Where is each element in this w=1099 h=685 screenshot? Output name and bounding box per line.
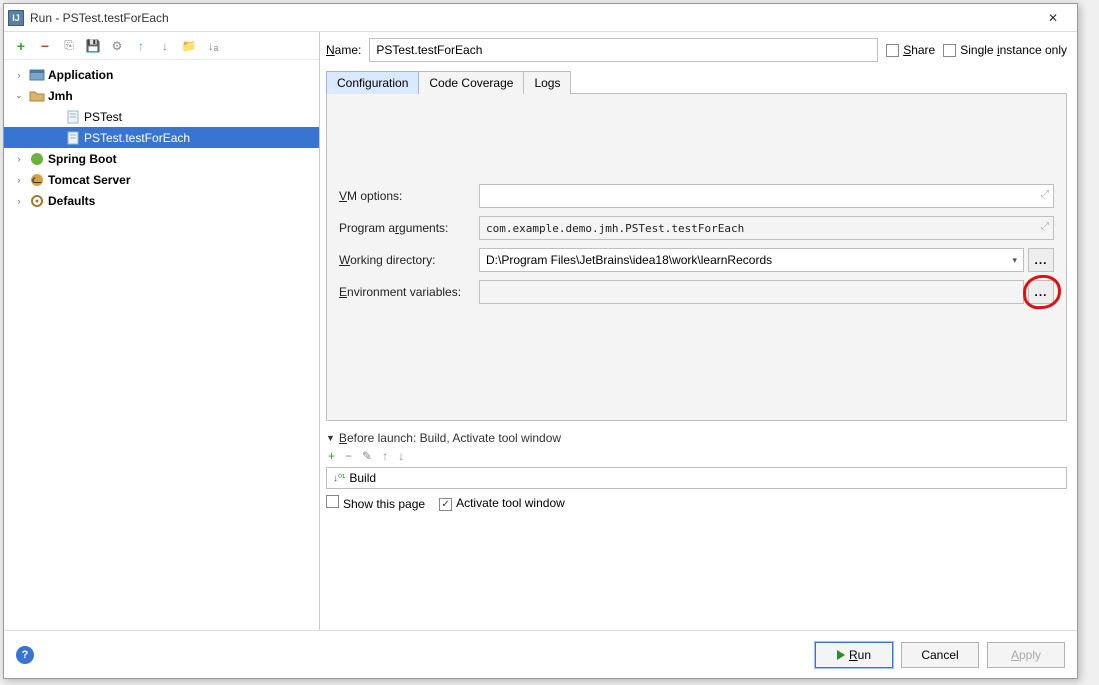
run-configurations-dialog: IJ Run - PSTest.testForEach ✕ + − ⎘ 💾 ⚙ …	[3, 3, 1078, 679]
tree-item-label: Spring Boot	[48, 152, 117, 166]
app-icon	[29, 67, 45, 83]
tree-item-label: PSTest.testForEach	[84, 131, 190, 145]
build-icon: ↓⁰¹	[333, 473, 345, 484]
run-button[interactable]: Run	[815, 642, 893, 668]
app-icon: IJ	[8, 10, 24, 26]
before-launch-toolbar: + − ✎ ↑ ↓	[326, 445, 1067, 467]
before-launch-header[interactable]: ▼ Before launch: Build, Activate tool wi…	[326, 431, 1067, 445]
close-button[interactable]: ✕	[1033, 6, 1073, 30]
save-config-button[interactable]: 💾	[84, 37, 102, 55]
file-icon	[65, 130, 81, 146]
share-checkbox[interactable]: Share	[886, 43, 935, 57]
edit-defaults-button[interactable]: ⚙	[108, 37, 126, 55]
before-launch-options: Show this page ✓Activate tool window	[326, 495, 1067, 511]
program-args-input[interactable]: com.example.demo.jmh.PSTest.testForEach …	[479, 216, 1054, 240]
move-up-button[interactable]: ↑	[132, 37, 150, 55]
tree-item-tomcat-server[interactable]: › ᓚ Tomcat Server	[4, 169, 319, 190]
move-down-button[interactable]: ↓	[156, 37, 174, 55]
name-input[interactable]	[369, 38, 878, 62]
tree-item-pstest-testforeach[interactable]: PSTest.testForEach	[4, 127, 319, 148]
remove-config-button[interactable]: −	[36, 37, 54, 55]
window-title: Run - PSTest.testForEach	[30, 11, 1033, 25]
env-vars-input[interactable]	[479, 280, 1024, 304]
folder-icon	[29, 88, 45, 104]
expand-icon[interactable]: ⤢	[1041, 221, 1049, 232]
tree-item-jmh[interactable]: ⌄ Jmh	[4, 85, 319, 106]
chevron-down-icon[interactable]: ▾	[1012, 255, 1017, 266]
expand-icon[interactable]: ›	[12, 154, 26, 164]
config-tree[interactable]: › Application ⌄ Jmh PSTest PSTest.testForEach…	[4, 60, 319, 626]
single-instance-checkbox[interactable]: Single instance only	[943, 43, 1067, 57]
browse-working-dir-button[interactable]: ...	[1028, 248, 1054, 272]
tree-item-application[interactable]: › Application	[4, 64, 319, 85]
name-label: Name:	[326, 43, 361, 57]
remove-task-button[interactable]: −	[345, 449, 352, 463]
help-button[interactable]: ?	[16, 646, 34, 664]
add-task-button[interactable]: +	[328, 449, 335, 463]
configuration-panel: VM options: ⤢ Program arguments: com.exa…	[326, 93, 1067, 421]
copy-config-button[interactable]: ⎘	[60, 37, 78, 55]
apply-button[interactable]: Apply	[987, 642, 1065, 668]
tree-item-pstest[interactable]: PSTest	[4, 106, 319, 127]
browse-env-vars-button[interactable]: ...	[1028, 280, 1054, 304]
vm-options-label: VM options:	[339, 189, 479, 203]
edit-task-button[interactable]: ✎	[362, 449, 372, 463]
spring-icon	[29, 151, 45, 167]
working-dir-label: Working directory:	[339, 253, 479, 267]
tab-code-coverage[interactable]: Code Coverage	[418, 71, 524, 94]
titlebar: IJ Run - PSTest.testForEach ✕	[4, 4, 1077, 32]
left-panel: + − ⎘ 💾 ⚙ ↑ ↓ 📁 ↓ₐ › Application ⌄ Jmh PSTes…	[4, 32, 320, 630]
collapse-icon[interactable]: ⌄	[12, 90, 26, 101]
expand-icon[interactable]: ›	[12, 196, 26, 206]
gear-icon	[29, 193, 45, 209]
tree-item-defaults[interactable]: › Defaults	[4, 190, 319, 211]
tab-logs[interactable]: Logs	[523, 71, 571, 94]
checkbox-icon: ✓	[439, 498, 452, 511]
tree-item-label: Defaults	[48, 194, 95, 208]
move-task-down-button[interactable]: ↓	[398, 449, 404, 463]
expand-icon[interactable]: ›	[12, 70, 26, 80]
add-config-button[interactable]: +	[12, 37, 30, 55]
working-dir-input[interactable]: D:\Program Files\JetBrains\idea18\work\l…	[479, 248, 1024, 272]
vm-options-input[interactable]: ⤢	[479, 184, 1054, 208]
cancel-button[interactable]: Cancel	[901, 642, 979, 668]
checkbox-icon	[886, 44, 899, 57]
sort-button[interactable]: ↓ₐ	[204, 37, 222, 55]
tree-item-spring-boot[interactable]: › Spring Boot	[4, 148, 319, 169]
svg-text:ᓚ: ᓚ	[32, 172, 42, 186]
collapse-icon: ▼	[326, 433, 335, 443]
expand-icon[interactable]: ›	[12, 175, 26, 185]
name-row: Name: Share Single instance only	[326, 38, 1067, 62]
footer: ? Run Cancel Apply	[4, 630, 1077, 678]
activate-tool-window-checkbox[interactable]: ✓Activate tool window	[439, 496, 565, 511]
folder-button[interactable]: 📁	[180, 37, 198, 55]
tabs: Configuration Code Coverage Logs	[326, 70, 1067, 93]
tab-configuration[interactable]: Configuration	[326, 71, 419, 94]
program-args-label: Program arguments:	[339, 221, 479, 235]
move-task-up-button[interactable]: ↑	[382, 449, 388, 463]
play-icon	[837, 650, 845, 660]
tree-item-label: Tomcat Server	[48, 173, 130, 187]
tree-toolbar: + − ⎘ 💾 ⚙ ↑ ↓ 📁 ↓ₐ	[4, 32, 319, 60]
checkbox-icon	[326, 495, 339, 508]
show-this-page-checkbox[interactable]: Show this page	[326, 495, 425, 511]
expand-icon[interactable]: ⤢	[1041, 189, 1049, 200]
right-panel: Name: Share Single instance only Configu…	[320, 32, 1077, 630]
dialog-body: + − ⎘ 💾 ⚙ ↑ ↓ 📁 ↓ₐ › Application ⌄ Jmh PSTes…	[4, 32, 1077, 630]
tree-item-label: PSTest	[84, 110, 122, 124]
task-label: Build	[349, 471, 376, 485]
tree-item-label: Jmh	[48, 89, 73, 103]
before-launch-task[interactable]: ↓⁰¹ Build	[326, 467, 1067, 489]
checkbox-icon	[943, 44, 956, 57]
tree-item-label: Application	[48, 68, 113, 82]
env-vars-label: Environment variables:	[339, 285, 479, 299]
tomcat-icon: ᓚ	[29, 172, 45, 188]
close-icon: ✕	[1048, 11, 1058, 25]
file-icon	[65, 109, 81, 125]
